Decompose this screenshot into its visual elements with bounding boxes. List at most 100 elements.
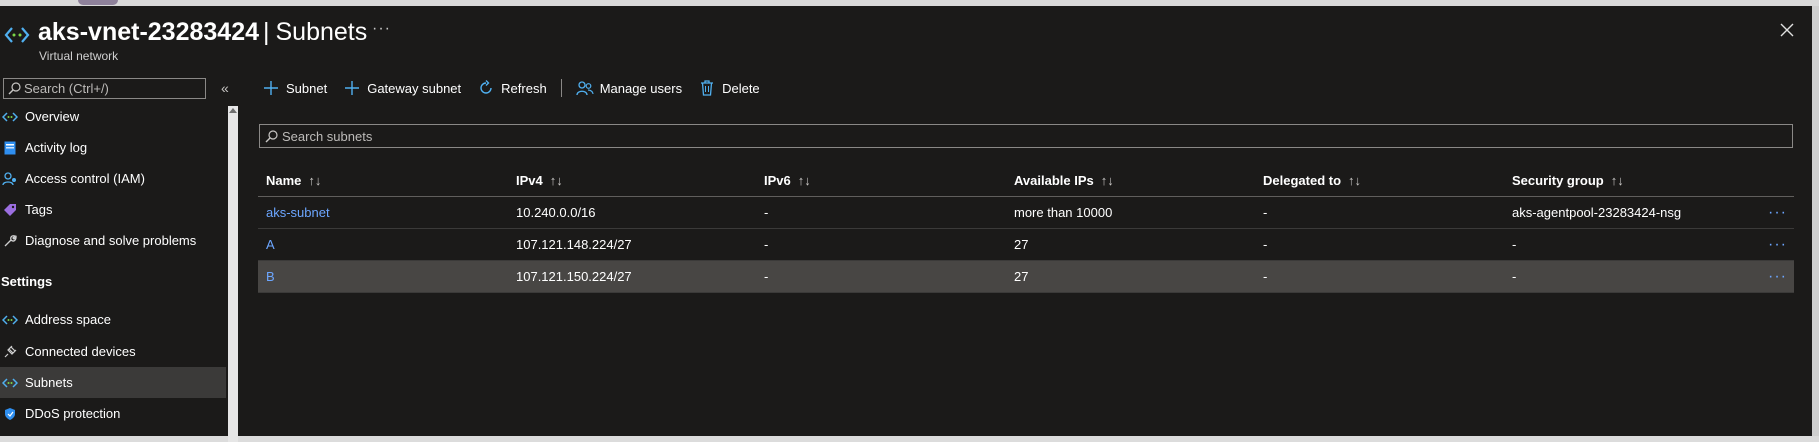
sidebar-item-label: Activity log bbox=[25, 140, 88, 155]
ipv6-value: - bbox=[764, 237, 769, 252]
plug-icon bbox=[1, 344, 19, 360]
more-options-button[interactable]: ··· bbox=[372, 20, 391, 38]
manage-users-label: Manage users bbox=[599, 80, 683, 96]
vnet-icon bbox=[1, 375, 19, 391]
sidebar-item-access-control[interactable]: Access control (IAM) bbox=[0, 163, 226, 194]
add-subnet-label: Subnet bbox=[286, 80, 328, 96]
ipv4-value: 107.121.150.224/27 bbox=[516, 269, 632, 284]
refresh-icon bbox=[477, 79, 495, 97]
vnet-icon bbox=[1, 109, 19, 125]
column-header-name[interactable]: Name ↑↓ bbox=[266, 164, 321, 196]
available-ips-value: 27 bbox=[1014, 237, 1029, 252]
tag-icon bbox=[1, 202, 19, 218]
sidebar-search[interactable] bbox=[3, 78, 206, 99]
sort-icon[interactable]: ↑↓ bbox=[1101, 173, 1114, 188]
security-group-value: - bbox=[1512, 237, 1517, 252]
sidebar-item-label: DDoS protection bbox=[25, 406, 121, 421]
column-header-delegated-to[interactable]: Delegated to ↑↓ bbox=[1263, 164, 1361, 196]
sidebar-item-label: Overview bbox=[25, 109, 80, 124]
available-ips-value: 27 bbox=[1014, 269, 1029, 284]
subnet-name-link[interactable]: aks-subnet bbox=[266, 197, 330, 228]
collapse-sidebar-button[interactable]: « bbox=[221, 80, 229, 96]
sidebar-item-label: Access control (IAM) bbox=[25, 171, 145, 186]
security-group-value: - bbox=[1512, 269, 1517, 284]
sidebar-item-diagnose[interactable]: Diagnose and solve problems bbox=[0, 225, 226, 256]
trash-icon bbox=[698, 79, 716, 97]
command-bar: Subnet Gateway subnet Refresh Manage use… bbox=[262, 76, 776, 100]
delete-button[interactable]: Delete bbox=[698, 79, 760, 97]
sidebar-search-input[interactable] bbox=[24, 79, 202, 98]
vnet-icon bbox=[1, 312, 19, 328]
resource-type: Virtual network bbox=[39, 49, 119, 63]
table-row[interactable]: aks-subnet 10.240.0.0/16 - more than 100… bbox=[258, 197, 1794, 229]
search-icon bbox=[8, 82, 21, 95]
blade: aks-vnet-23283424 | Subnets Virtual networ… bbox=[0, 6, 1812, 442]
available-ips-value: more than 10000 bbox=[1014, 205, 1113, 220]
users-icon bbox=[576, 79, 594, 97]
sort-icon[interactable]: ↑↓ bbox=[308, 173, 321, 188]
sidebar-section-settings: Settings bbox=[1, 274, 53, 289]
sidebar-item-label: Subnets bbox=[25, 375, 73, 390]
column-header-ipv4[interactable]: IPv4 ↑↓ bbox=[516, 164, 563, 196]
refresh-button[interactable]: Refresh bbox=[477, 79, 547, 97]
search-icon bbox=[265, 130, 278, 143]
plus-icon bbox=[343, 79, 361, 97]
column-header-ipv6[interactable]: IPv6 ↑↓ bbox=[764, 164, 811, 196]
column-header-available-ips[interactable]: Available IPs ↑↓ bbox=[1014, 164, 1114, 196]
iam-icon bbox=[1, 171, 19, 187]
security-group-value: aks-agentpool-23283424-nsg bbox=[1512, 205, 1682, 220]
avatar-fragment bbox=[78, 0, 118, 5]
sidebar-item-label: Tags bbox=[25, 202, 53, 217]
sidebar-item-activity-log[interactable]: Activity log bbox=[0, 132, 226, 163]
sort-icon[interactable]: ↑↓ bbox=[550, 173, 563, 188]
row-more-button[interactable]: ··· bbox=[1768, 261, 1787, 292]
sort-icon[interactable]: ↑↓ bbox=[1611, 173, 1624, 188]
add-subnet-button[interactable]: Subnet bbox=[262, 79, 327, 97]
subnets-table: Name ↑↓ IPv4 ↑↓ IPv6 ↑↓ Available IPs ↑↓ Del… bbox=[258, 164, 1794, 293]
close-icon[interactable] bbox=[1777, 20, 1797, 40]
shield-icon bbox=[1, 406, 19, 422]
resource-name: aks-vnet-23283424 bbox=[38, 18, 259, 46]
sidebar-item-label: Connected devices bbox=[25, 344, 136, 359]
sort-icon[interactable]: ↑↓ bbox=[798, 173, 811, 188]
row-more-button[interactable]: ··· bbox=[1768, 197, 1787, 228]
sidebar-item-overview[interactable]: Overview bbox=[0, 101, 226, 132]
activity-log-icon bbox=[1, 140, 19, 156]
delegated-to-value: - bbox=[1263, 269, 1268, 284]
plus-icon bbox=[262, 79, 280, 97]
sort-icon[interactable]: ↑↓ bbox=[1348, 173, 1361, 188]
vnet-icon bbox=[4, 24, 30, 46]
table-row[interactable]: A 107.121.148.224/27 - 27 - - ··· bbox=[258, 229, 1794, 261]
manage-users-button[interactable]: Manage users bbox=[576, 79, 682, 97]
delegated-to-value: - bbox=[1263, 205, 1268, 220]
add-gateway-subnet-label: Gateway subnet bbox=[367, 80, 462, 96]
ipv6-value: - bbox=[764, 269, 769, 284]
add-gateway-subnet-button[interactable]: Gateway subnet bbox=[343, 79, 461, 97]
ipv4-value: 10.240.0.0/16 bbox=[516, 205, 596, 220]
refresh-label: Refresh bbox=[501, 80, 547, 96]
sidebar-item-connected-devices[interactable]: Connected devices bbox=[0, 336, 226, 367]
scroll-up-icon[interactable] bbox=[229, 108, 237, 113]
sidebar-item-label: Diagnose and solve problems bbox=[25, 233, 197, 248]
subnet-search-input[interactable] bbox=[282, 125, 1782, 147]
sidebar-item-subnets[interactable]: Subnets bbox=[0, 367, 226, 398]
subnet-name-link[interactable]: A bbox=[266, 229, 275, 260]
sidebar-item-tags[interactable]: Tags bbox=[0, 194, 226, 225]
sidebar-scrollbar[interactable] bbox=[228, 106, 238, 442]
sidebar-item-label: Address space bbox=[25, 312, 111, 327]
title-separator: | bbox=[263, 18, 270, 46]
delegated-to-value: - bbox=[1263, 237, 1268, 252]
subnet-search[interactable] bbox=[259, 124, 1793, 148]
sidebar-item-address-space[interactable]: Address space bbox=[0, 304, 226, 335]
wrench-icon bbox=[1, 233, 19, 249]
ipv6-value: - bbox=[764, 205, 769, 220]
table-row[interactable]: B 107.121.150.224/27 - 27 - - ··· bbox=[258, 261, 1794, 293]
column-header-security-group[interactable]: Security group ↑↓ bbox=[1512, 164, 1624, 196]
page-name: Subnets bbox=[275, 18, 368, 46]
subnet-name-link[interactable]: B bbox=[266, 261, 275, 292]
toolbar-divider bbox=[560, 79, 562, 97]
delete-label: Delete bbox=[722, 80, 760, 96]
sidebar-item-ddos-protection[interactable]: DDoS protection bbox=[0, 398, 226, 429]
row-more-button[interactable]: ··· bbox=[1768, 229, 1787, 260]
page-title: aks-vnet-23283424 | Subnets bbox=[38, 16, 367, 48]
